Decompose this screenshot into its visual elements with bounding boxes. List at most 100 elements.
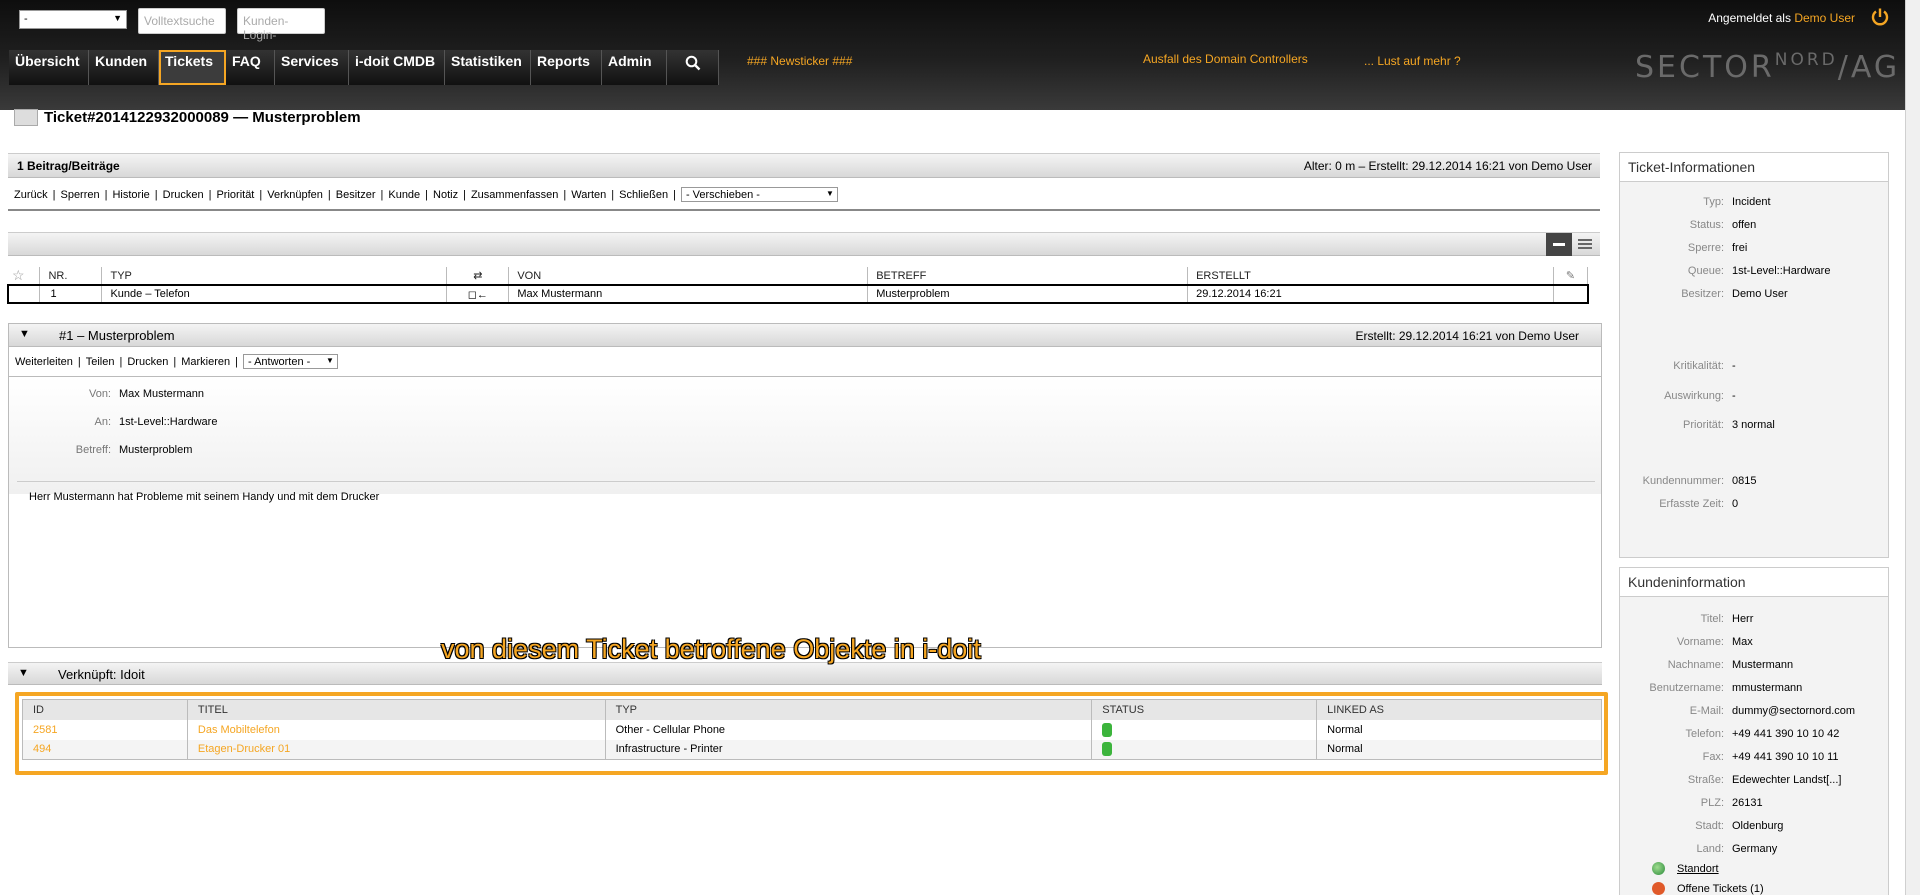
page-scrollbar[interactable] (1905, 0, 1920, 895)
star-header[interactable]: ☆ (8, 267, 41, 285)
article-typ: Kunde – Telefon (101, 285, 448, 303)
nav-statistiken[interactable]: Statistiken (445, 50, 531, 85)
view-collapsed-toggle[interactable] (1546, 233, 1572, 256)
action-teilen[interactable]: Teilen (86, 356, 115, 368)
cust-fax: +49 441 390 10 10 11 (1732, 751, 1839, 763)
col-status[interactable]: STATUS (1091, 699, 1318, 720)
standort-link[interactable]: Standort (1677, 863, 1719, 875)
power-icon[interactable] (1870, 7, 1890, 27)
search-icon (685, 55, 700, 71)
object-title[interactable]: Etagen-Drucker 01 (187, 739, 606, 760)
info-label: Kundennummer: (1642, 475, 1724, 487)
ticker-item-domain-controllers[interactable]: Ausfall des Domain Controllers (1143, 52, 1308, 66)
user-link[interactable]: Demo User (1794, 11, 1855, 25)
collapse-arrow-icon[interactable]: ▼ (19, 328, 30, 340)
ticket-status-icon (1652, 882, 1665, 895)
action-markieren[interactable]: Markieren (181, 356, 230, 368)
article-direction: ◻← (446, 285, 510, 303)
col-von[interactable]: VON (508, 267, 869, 285)
nav-kunden[interactable]: Kunden (89, 50, 159, 85)
nav-tickets[interactable]: Tickets (159, 50, 226, 85)
cust-strasse: Edewechter Landst[...] (1732, 774, 1842, 786)
object-id[interactable]: 494 (22, 739, 188, 760)
action-kunde[interactable]: Kunde (388, 189, 420, 201)
nav-faq[interactable]: FAQ (226, 50, 275, 85)
action-notiz[interactable]: Notiz (433, 189, 458, 201)
col-nr[interactable]: NR. (39, 267, 103, 285)
cust-email[interactable]: dummy@sectornord.com (1732, 705, 1855, 717)
reply-select-value: - Antworten - (247, 356, 311, 368)
customer-login-input[interactable]: Kunden-Login- (237, 8, 325, 42)
fulltext-search-input[interactable]: Volltextsuche (138, 8, 226, 34)
cust-stadt: Oldenburg (1732, 820, 1784, 832)
action-article-drucken[interactable]: Drucken (127, 356, 168, 368)
paperclip-icon: ✎ (1565, 270, 1576, 283)
object-id[interactable]: 2581 (22, 719, 188, 740)
col-erstellt[interactable]: ERSTELLT (1187, 267, 1554, 285)
table-row[interactable]: 494 Etagen-Drucker 01 Infrastructure - P… (22, 739, 1602, 760)
action-schliessen[interactable]: Schließen (619, 189, 668, 201)
article-header-fields: Von: Max Mustermann An: 1st-Level::Hardwar… (9, 376, 1601, 494)
info-typ: Incident (1732, 196, 1771, 208)
col-id[interactable]: ID (22, 699, 188, 720)
linked-objects-title: Verknüpft: Idoit (58, 667, 145, 682)
info-label: Land: (1696, 843, 1724, 855)
logged-in-info: Angemeldet als Demo User (1708, 11, 1855, 25)
action-zurueck[interactable]: Zurück (14, 189, 48, 201)
offene-tickets-link[interactable]: Offene Tickets (1) (1677, 883, 1764, 895)
info-label: Nachname: (1667, 659, 1724, 671)
article-erstellt: 29.12.2014 16:21 (1187, 285, 1554, 303)
col-typ[interactable]: TYP (101, 267, 448, 285)
nav-uebersicht[interactable]: Übersicht (9, 50, 89, 85)
reply-select[interactable]: - Antworten - ▼ (242, 354, 338, 369)
customer-info-box: Kundeninformation Titel: Herr Vorname: Max… (1619, 567, 1889, 895)
nav-search[interactable] (667, 50, 719, 85)
article-count: 1 Beitrag/Beiträge (17, 159, 120, 173)
info-label: Sperre: (1687, 242, 1724, 254)
action-sperren[interactable]: Sperren (60, 189, 99, 201)
action-prioritaet[interactable]: Priorität (216, 189, 254, 201)
action-drucken[interactable]: Drucken (163, 189, 204, 201)
action-zusammenfassen[interactable]: Zusammenfassen (471, 189, 558, 201)
list-icon (1578, 239, 1592, 249)
info-label: E-Mail: (1689, 705, 1724, 717)
nav-reports[interactable]: Reports (531, 50, 602, 85)
logged-in-label: Angemeldet als (1708, 11, 1791, 25)
action-warten[interactable]: Warten (571, 189, 606, 201)
col-attachment[interactable]: ✎ (1553, 267, 1589, 285)
move-select-value: - Verschieben - (685, 189, 760, 201)
article-table-toolbar (8, 232, 1600, 256)
info-status: offen (1732, 219, 1757, 231)
object-title[interactable]: Das Mobiltelefon (187, 719, 606, 740)
move-select[interactable]: - Verschieben - ▼ (680, 187, 838, 202)
action-besitzer[interactable]: Besitzer (336, 189, 376, 201)
collapse-arrow-icon[interactable]: ▼ (18, 667, 29, 679)
customer-info-title: Kundeninformation (1620, 568, 1888, 597)
action-weiterleiten[interactable]: Weiterleiten (15, 356, 73, 368)
col-obj-typ[interactable]: TYP (605, 699, 1093, 720)
info-kundennummer[interactable]: 0815 (1732, 475, 1756, 487)
info-label: Telefon: (1685, 728, 1724, 740)
article-table-wrapper: ☆ NR. TYP ⇄ VON BETREFF ERSTELLT ✎ 1 Kun… (7, 267, 1589, 307)
col-linked-as[interactable]: LINKED AS (1316, 699, 1602, 720)
ticker-item-mehr[interactable]: ... Lust auf mehr ? (1364, 54, 1461, 68)
ticket-info-box: Ticket-Informationen Typ: Incident Status… (1619, 152, 1889, 558)
queue-select[interactable]: - ▼ (19, 10, 127, 29)
action-historie[interactable]: Historie (112, 189, 149, 201)
table-row[interactable]: 1 Kunde – Telefon ◻← Max Mustermann Must… (7, 284, 1589, 304)
nav-services[interactable]: Services (275, 50, 349, 85)
offene-tickets-row[interactable]: Offene Tickets (1) (1652, 882, 1764, 895)
nav-idoit-cmdb[interactable]: i-doit CMDB (349, 50, 445, 85)
view-list-toggle[interactable] (1572, 233, 1598, 256)
info-queue: 1st-Level::Hardware (1732, 265, 1831, 277)
standort-link-row[interactable]: Standort (1652, 862, 1719, 875)
col-betreff[interactable]: BETREFF (867, 267, 1189, 285)
chevron-down-icon: ▼ (113, 13, 122, 23)
info-auswirkung: - (1732, 390, 1736, 402)
table-row[interactable]: 2581 Das Mobiltelefon Other - Cellular P… (22, 719, 1602, 740)
main-nav: Übersicht Kunden Tickets FAQ Services i-… (9, 50, 719, 85)
col-titel[interactable]: TITEL (187, 699, 606, 720)
action-verknuepfen[interactable]: Verknüpfen (267, 189, 323, 201)
nav-admin[interactable]: Admin (602, 50, 667, 85)
col-direction[interactable]: ⇄ (446, 267, 510, 285)
